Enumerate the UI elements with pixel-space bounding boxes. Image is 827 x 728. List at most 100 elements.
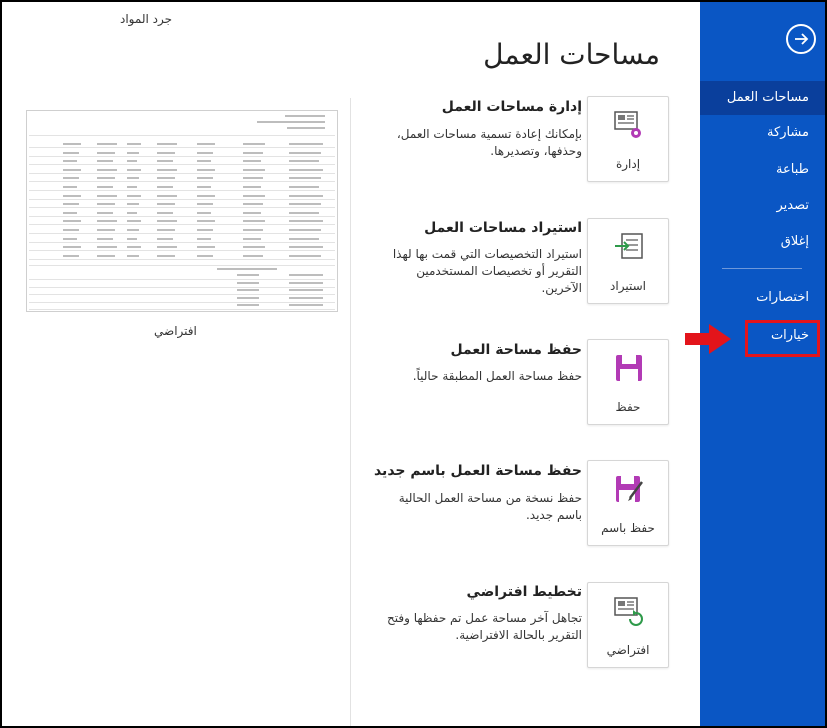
thumbnail-text xyxy=(289,160,319,163)
thumbnail-text xyxy=(289,281,323,284)
thumbnail-rule xyxy=(29,279,335,280)
arrow-right-icon xyxy=(795,33,809,45)
reset-layout-icon xyxy=(614,597,643,626)
thumbnail-text xyxy=(63,237,77,240)
thumbnail-text xyxy=(157,151,175,154)
thumbnail-text xyxy=(157,203,175,206)
thumbnail-text xyxy=(289,220,323,223)
preview-title: جرد المواد xyxy=(120,12,173,26)
thumbnail-rule xyxy=(29,233,335,234)
thumbnail-text xyxy=(197,229,213,231)
thumbnail-text xyxy=(289,246,323,249)
thumbnail-rule xyxy=(29,207,335,209)
sidebar-item-print[interactable]: طباعة xyxy=(700,153,825,187)
thumbnail-rule xyxy=(29,301,335,303)
thumbnail-text xyxy=(243,203,263,206)
sidebar-item-workspaces[interactable]: مساحات العمل xyxy=(700,81,825,115)
thumbnail-text xyxy=(243,186,261,188)
thumbnail-text xyxy=(197,143,215,145)
thumbnail-text xyxy=(157,160,173,163)
thumbnail-text xyxy=(157,220,177,223)
sidebar-item-close[interactable]: إغلاق xyxy=(700,225,825,259)
thumbnail-text xyxy=(97,168,117,171)
thumbnail-text xyxy=(97,151,115,154)
section-description: حفظ نسخة من مساحة العمل الحالية باسم جدي… xyxy=(398,491,582,522)
thumbnail-text xyxy=(127,160,137,163)
thumbnail-rule xyxy=(29,172,335,174)
thumbnail-text xyxy=(127,177,139,180)
thumbnail-text xyxy=(197,246,215,249)
thumbnail-text xyxy=(243,220,265,223)
thumbnail-text xyxy=(127,229,139,231)
thumbnail-text xyxy=(243,177,263,180)
thumbnail-text xyxy=(237,274,259,276)
manage-workspaces-button[interactable]: إدارة xyxy=(587,96,669,182)
thumbnail-text xyxy=(289,151,321,154)
sidebar-item-label: طباعة xyxy=(776,162,809,177)
thumbnail-rule xyxy=(29,265,335,266)
section-title: إدارة مساحات العمل xyxy=(441,99,582,115)
thumbnail-text xyxy=(157,194,177,197)
thumbnail-rule xyxy=(29,258,335,260)
thumbnail-text xyxy=(243,254,263,257)
preview-caption: افتراضي xyxy=(154,324,197,338)
thumbnail-text xyxy=(63,160,77,163)
sidebar-item-shortcuts[interactable]: اختصارات xyxy=(700,281,825,315)
vertical-divider xyxy=(350,98,351,726)
default-layout-button[interactable]: افتراضي xyxy=(587,582,669,668)
sidebar-item-export[interactable]: تصدير xyxy=(700,189,825,223)
thumbnail-text xyxy=(97,143,117,145)
thumbnail-text xyxy=(157,254,175,257)
section-title: تخطيط افتراضي xyxy=(466,584,582,600)
thumbnail-text xyxy=(127,186,137,188)
thumbnail-text xyxy=(289,194,323,197)
thumbnail-text xyxy=(97,229,115,231)
tile-label: افتراضي xyxy=(606,643,650,657)
thumbnail-text xyxy=(127,203,139,206)
report-preview-thumbnail[interactable] xyxy=(26,110,338,312)
thumbnail-text xyxy=(63,220,81,223)
section-title: حفظ مساحة العمل xyxy=(450,342,583,358)
thumbnail-text xyxy=(63,203,79,206)
thumbnail-text xyxy=(197,168,215,171)
thumbnail-text xyxy=(197,237,211,240)
thumbnail-text xyxy=(237,289,259,291)
thumbnail-text xyxy=(289,304,323,306)
manage-workspace-icon xyxy=(614,111,641,138)
thumbnail-text xyxy=(243,211,261,214)
thumbnail-text xyxy=(97,237,113,240)
page-title: مساحات العمل xyxy=(483,38,660,71)
save-as-icon xyxy=(616,476,643,502)
thumbnail-text xyxy=(97,160,113,163)
import-workspaces-button[interactable]: استيراد xyxy=(587,218,669,304)
tile-label: إدارة xyxy=(615,157,641,171)
thumbnail-text xyxy=(289,237,319,240)
back-button[interactable] xyxy=(786,24,816,54)
thumbnail-text xyxy=(127,254,139,257)
thumbnail-text xyxy=(127,220,141,223)
save-workspace-button[interactable]: حفظ xyxy=(587,339,669,425)
thumbnail-rule xyxy=(29,215,335,217)
thumbnail-text xyxy=(97,194,117,197)
sidebar-item-label: تصدير xyxy=(776,198,809,213)
thumbnail-rule xyxy=(29,181,335,183)
thumbnail-text xyxy=(127,211,137,214)
thumbnail-text xyxy=(243,168,265,171)
thumbnail-text xyxy=(157,168,177,171)
thumbnail-text xyxy=(243,237,261,240)
app-window: مساحات العمل إدارة إدارة مساحات العمل بإ… xyxy=(2,2,825,726)
sidebar-item-label: مساحات العمل xyxy=(726,90,809,105)
section-title: حفظ مساحة العمل باسم جديد xyxy=(373,463,582,479)
thumbnail-text xyxy=(289,186,319,188)
sidebar-item-share[interactable]: مشاركة xyxy=(700,116,825,150)
thumbnail-text xyxy=(63,246,81,249)
thumbnail-text xyxy=(63,211,77,214)
thumbnail-text xyxy=(237,304,259,306)
section-title: استيراد مساحات العمل xyxy=(424,220,582,236)
thumbnail-text xyxy=(127,168,141,171)
thumbnail-rule xyxy=(29,309,335,310)
save-as-button[interactable]: حفظ باسم xyxy=(587,460,669,546)
thumbnail-text xyxy=(63,194,81,197)
thumbnail-text xyxy=(127,237,137,240)
thumbnail-text xyxy=(127,246,141,249)
